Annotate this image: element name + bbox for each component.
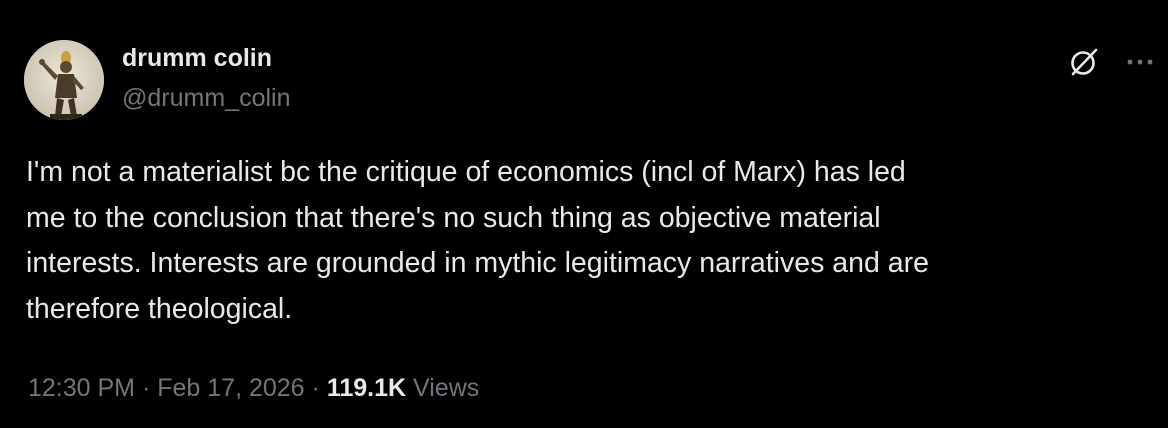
tweet-text: I'm not a materialist bc the critique of…	[26, 150, 1146, 332]
tweet-text-line: therefore theological.	[26, 292, 293, 325]
tweet-meta: 12:30 PM · Feb 17, 2026 · 119.1K Views	[28, 374, 479, 403]
avatar-image	[24, 40, 104, 120]
more-icon-graphic	[1127, 59, 1153, 65]
avatar[interactable]	[24, 40, 104, 120]
more-icon[interactable]	[1124, 50, 1156, 74]
tweet-date[interactable]: Feb 17, 2026	[157, 374, 304, 402]
tweet: drumm colin @drumm_colin I'm not a mater…	[0, 0, 1168, 428]
tweet-text-line: I'm not a materialist bc the critique of…	[26, 156, 906, 188]
author-display-name[interactable]: drumm colin	[122, 44, 272, 73]
views-label[interactable]: Views	[413, 374, 479, 402]
meta-separator: ·	[141, 374, 151, 402]
tweet-time[interactable]: 12:30 PM	[28, 374, 135, 402]
tweet-text-line: interests. Interests are grounded in myt…	[26, 247, 929, 279]
meta-separator: ·	[311, 374, 320, 402]
views-count[interactable]: 119.1K	[327, 374, 406, 402]
author-handle[interactable]: @drumm_colin	[122, 84, 290, 113]
grok-icon[interactable]	[1066, 44, 1102, 80]
tweet-text-line: me to the conclusion that there's no suc…	[26, 201, 881, 234]
grok-icon-graphic	[1071, 48, 1098, 76]
